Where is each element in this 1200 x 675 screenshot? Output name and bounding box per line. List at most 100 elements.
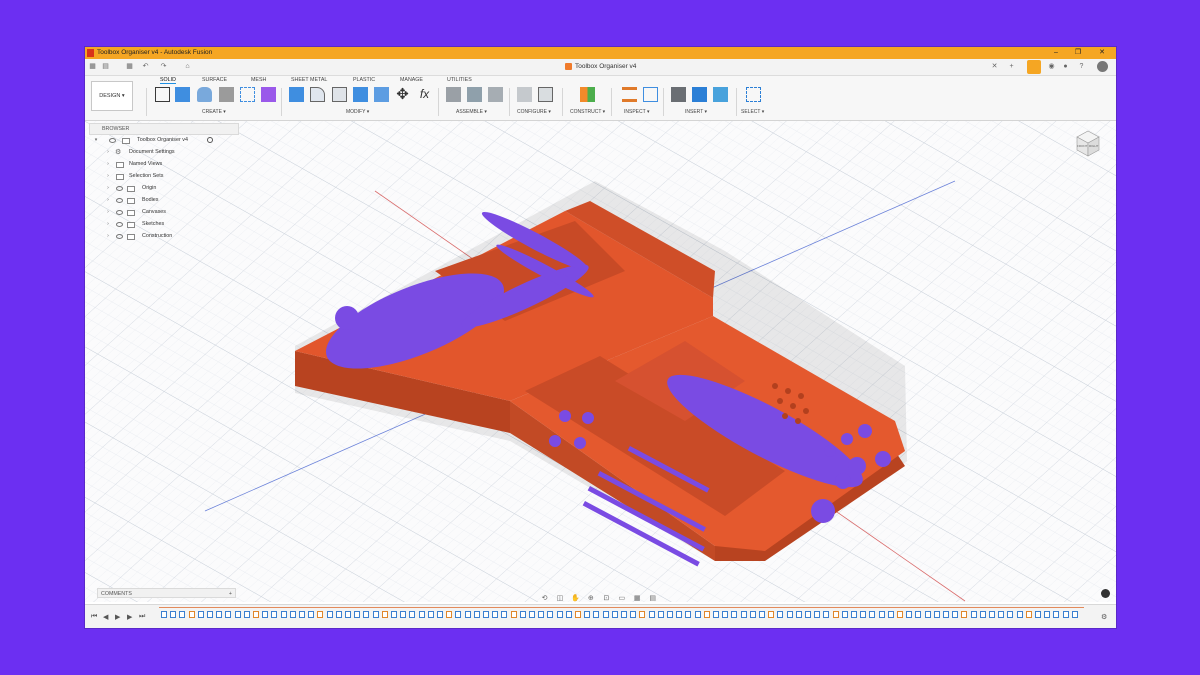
timeline-feature-icon[interactable]	[630, 611, 637, 618]
timeline-feature-icon[interactable]	[464, 611, 471, 618]
go-to-end-icon[interactable]: ⏭	[139, 613, 145, 621]
timeline-feature-icon[interactable]	[1053, 611, 1060, 618]
timeline-feature-icon[interactable]	[878, 611, 885, 618]
undo-icon[interactable]: ↶	[141, 62, 150, 71]
timeline-feature-icon[interactable]	[446, 611, 453, 618]
zoom-icon[interactable]: ⊕	[586, 594, 595, 603]
document-tab[interactable]: Toolbox Organiser v4	[565, 61, 636, 73]
grid-icon[interactable]: ▦	[88, 62, 97, 71]
zoom-window-icon[interactable]: ⊡	[602, 594, 611, 603]
offset-plane-icon[interactable]	[580, 87, 595, 102]
timeline-feature-icon[interactable]	[243, 611, 250, 618]
timeline-feature-icon[interactable]	[749, 611, 756, 618]
timeline-feature-icon[interactable]	[1016, 611, 1023, 618]
timeline-feature-icon[interactable]	[1071, 611, 1078, 618]
chevron-down-icon[interactable]: ▾	[93, 135, 99, 146]
timeline-feature-icon[interactable]	[1062, 611, 1069, 618]
workspace-switcher[interactable]: DESIGN ▾	[91, 81, 133, 111]
timeline-feature-icon[interactable]	[685, 611, 692, 618]
timeline-feature-icon[interactable]	[722, 611, 729, 618]
timeline-feature-icon[interactable]	[970, 611, 977, 618]
tab-solid[interactable]: SOLID	[160, 77, 176, 84]
timeline-feature-icon[interactable]	[961, 611, 968, 618]
fillet-icon[interactable]	[310, 87, 325, 102]
timeline-feature-icon[interactable]	[409, 611, 416, 618]
chamfer-icon[interactable]	[332, 87, 347, 102]
select-icon[interactable]	[746, 87, 761, 102]
orbit-icon[interactable]: ⟲	[540, 594, 549, 603]
timeline-feature-icon[interactable]	[933, 611, 940, 618]
timeline-feature-icon[interactable]	[1007, 611, 1014, 618]
chevron-right-icon[interactable]: ›	[105, 183, 111, 194]
eye-icon[interactable]	[116, 186, 123, 191]
extensions-icon[interactable]	[1027, 60, 1041, 74]
timeline-feature-icon[interactable]	[989, 611, 995, 618]
timeline-feature-icon[interactable]	[887, 611, 894, 618]
minimize-button[interactable]: –	[1045, 47, 1067, 59]
view-cube[interactable]: FRONT RIGHT	[1075, 129, 1101, 159]
redo-icon[interactable]: ↷	[159, 62, 168, 71]
view-cube-front[interactable]: FRONT	[1077, 144, 1087, 148]
chevron-right-icon[interactable]: ›	[105, 195, 111, 206]
timeline-feature-icon[interactable]	[786, 611, 793, 618]
eye-icon[interactable]	[116, 198, 123, 203]
canvas-scene[interactable]	[85, 121, 1116, 602]
chevron-right-icon[interactable]: ›	[105, 147, 111, 158]
settings-icon[interactable]: ⚙	[1101, 613, 1107, 621]
timeline-feature-icon[interactable]	[354, 611, 361, 618]
timeline-feature-icon[interactable]	[565, 611, 572, 618]
timeline-feature-icon[interactable]	[529, 611, 535, 618]
viewports-icon[interactable]: ▤	[648, 594, 657, 603]
chevron-right-icon[interactable]: ›	[105, 219, 111, 230]
grid-settings-icon[interactable]: ▦	[633, 594, 642, 603]
timeline-feature-icon[interactable]	[188, 611, 195, 618]
measure-icon[interactable]	[622, 87, 637, 102]
timeline-feature-icon[interactable]	[575, 611, 581, 618]
as-built-joint-icon[interactable]	[488, 87, 503, 102]
timeline-feature-icon[interactable]	[740, 611, 747, 618]
timeline-feature-icon[interactable]	[731, 611, 738, 618]
group-select[interactable]: SELECT ▾	[741, 109, 764, 115]
timeline-feature-icon[interactable]	[179, 611, 186, 618]
timeline-feature-icon[interactable]	[483, 611, 489, 618]
insert-derive-icon[interactable]	[671, 87, 686, 102]
3d-viewport[interactable]	[85, 121, 1116, 602]
timeline-feature-icon[interactable]	[271, 611, 278, 618]
timeline-feature-icon[interactable]	[510, 611, 517, 618]
timeline-feature-icon[interactable]	[326, 611, 333, 618]
timeline-feature-icon[interactable]	[473, 611, 480, 618]
timeline-feature-icon[interactable]	[400, 611, 407, 618]
pattern-icon[interactable]	[240, 87, 255, 102]
canvas-icon[interactable]	[713, 87, 728, 102]
timeline-feature-icon[interactable]	[363, 611, 370, 618]
timeline-feature-icon[interactable]	[998, 611, 1005, 618]
configure-icon[interactable]	[517, 87, 532, 102]
save-icon[interactable]: ▦	[125, 62, 134, 71]
press-pull-icon[interactable]	[289, 87, 304, 102]
eye-icon[interactable]	[116, 210, 123, 215]
go-to-start-icon[interactable]: ⏮	[91, 613, 97, 621]
timeline-feature-icon[interactable]	[814, 611, 821, 618]
timeline-feature-icon[interactable]	[805, 611, 811, 618]
timeline-feature-icon[interactable]	[768, 611, 775, 618]
joint-icon[interactable]	[467, 87, 482, 102]
look-at-icon[interactable]: ◫	[555, 594, 564, 603]
display-settings-icon[interactable]: ▭	[617, 594, 626, 603]
step-back-icon[interactable]: ◀	[103, 613, 108, 621]
timeline-feature-icon[interactable]	[648, 611, 655, 618]
timeline-feature-icon[interactable]	[639, 611, 646, 618]
step-forward-icon[interactable]: ▶	[127, 613, 132, 621]
insert-mesh-icon[interactable]	[692, 87, 707, 102]
timeline-feature-icon[interactable]	[979, 611, 986, 618]
home-icon[interactable]: ⌂	[183, 62, 192, 71]
timeline-feature-icon[interactable]	[657, 611, 664, 618]
timeline-feature-icon[interactable]	[492, 611, 499, 618]
view-cube-right[interactable]: RIGHT	[1089, 144, 1098, 148]
pan-icon[interactable]: ✋	[571, 594, 580, 603]
timeline-feature-icon[interactable]	[841, 611, 848, 618]
chevron-right-icon[interactable]: ›	[105, 171, 111, 182]
timeline-feature-icon[interactable]	[602, 611, 609, 618]
chevron-right-icon[interactable]: ›	[105, 231, 111, 242]
timeline-feature-icon[interactable]	[455, 611, 462, 618]
timeline-feature-icon[interactable]	[197, 611, 204, 618]
